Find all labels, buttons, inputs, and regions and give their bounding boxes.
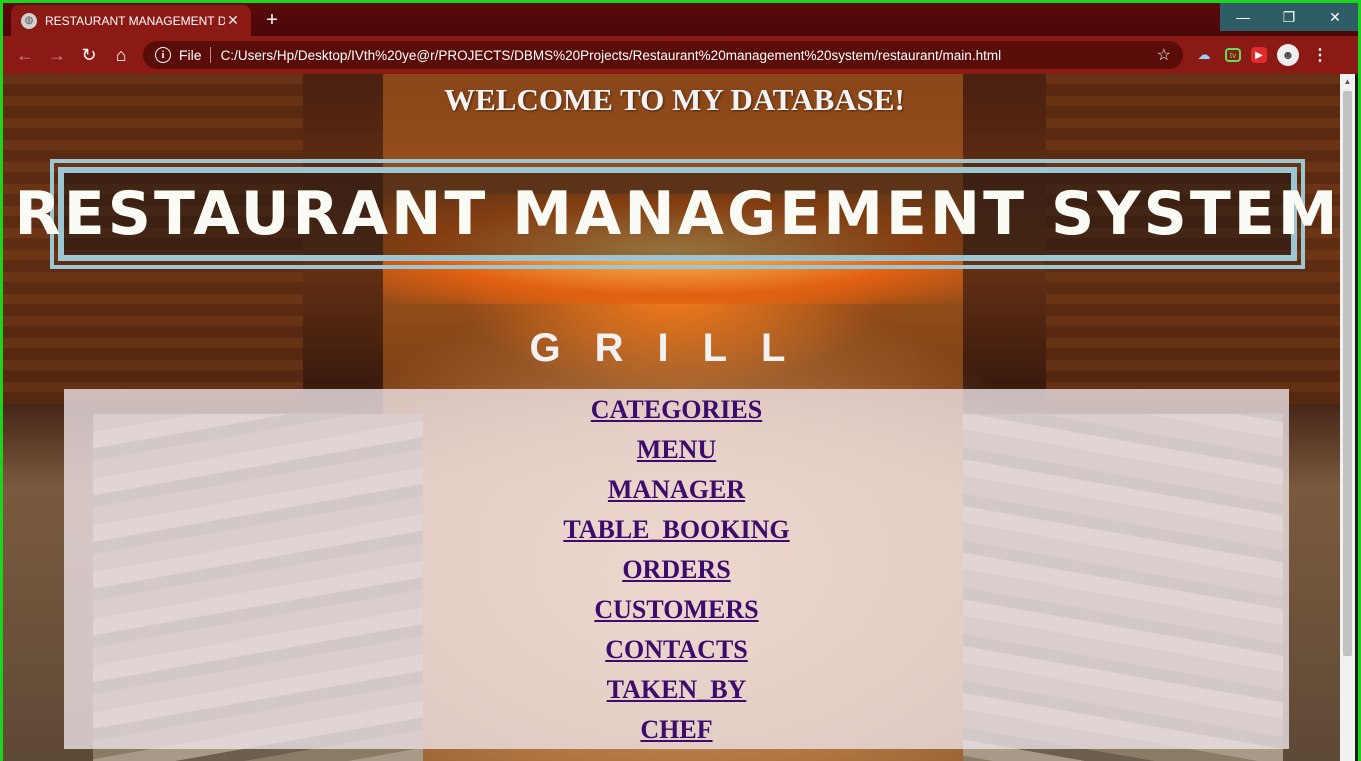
restore-button[interactable]: ❐ [1266,3,1312,31]
categories-link[interactable]: CATEGORIES [591,395,762,424]
title-banner-inner: RESTAURANT MANAGEMENT SYSTEM [15,167,1337,261]
address-separator [209,47,211,63]
menu-item: ORDERS [64,552,1289,592]
menu-item: CONTACTS [64,632,1289,672]
scheme-label: File [179,47,202,63]
menu-item: MENU [64,432,1289,472]
taken-by-link[interactable]: TAKEN_BY [607,675,747,704]
menu-item: CHEF [64,712,1289,752]
forward-button[interactable]: → [41,39,73,71]
browser-window: ◍ RESTAURANT MANAGEMENT DA ✕ + — ❐ ✕ ← →… [0,0,1361,761]
minimize-button[interactable]: — [1220,3,1266,31]
menu-item: MANAGER [64,472,1289,512]
chef-link[interactable]: CHEF [640,715,712,744]
url-text[interactable]: C:/Users/Hp/Desktop/IVth%20ye@r/PROJECTS… [221,48,1149,63]
new-tab-button[interactable]: + [259,7,285,33]
cloud-extension-icon[interactable]: ☁ [1193,44,1215,66]
site-info-icon[interactable]: i [155,47,171,63]
menu-link[interactable]: MENU [637,435,716,464]
tab-close-icon[interactable]: ✕ [225,12,241,29]
browser-menu-icon[interactable]: ⋮ [1309,44,1331,66]
close-window-button[interactable]: ✕ [1312,3,1358,31]
browser-toolbar: ← → ↻ ⌂ i File C:/Users/Hp/Desktop/IVth%… [3,36,1358,74]
contacts-link[interactable]: CONTACTS [605,635,748,664]
tab-restaurant[interactable]: ◍ RESTAURANT MANAGEMENT DA ✕ [11,5,251,36]
bookmark-star-icon[interactable]: ☆ [1157,45,1171,65]
scroll-up-arrow-icon[interactable]: ▲ [1340,74,1355,89]
welcome-heading: WELCOME TO MY DATABASE! [444,82,905,117]
customers-link[interactable]: CUSTOMERS [594,595,758,624]
scroll-thumb[interactable] [1343,91,1352,656]
menu-item: CATEGORIES [64,392,1289,432]
menu-panel: CATEGORIES MENU MANAGER TABLE_BOOKING OR… [64,389,1289,749]
page-scrollbar[interactable]: ▲ [1340,74,1355,761]
tv-extension-icon[interactable]: tv [1225,48,1241,62]
profile-avatar-icon[interactable]: ☻ [1277,44,1299,66]
table-booking-link[interactable]: TABLE_BOOKING [563,515,789,544]
page-title: RESTAURANT MANAGEMENT SYSTEM [14,179,1341,249]
window-controls: — ❐ ✕ [1220,3,1358,31]
reload-button[interactable]: ↻ [73,39,105,71]
menu-item: CUSTOMERS [64,592,1289,632]
title-banner: RESTAURANT MANAGEMENT SYSTEM [15,159,1337,269]
home-button[interactable]: ⌂ [105,39,137,71]
orders-link[interactable]: ORDERS [622,555,730,584]
menu-list: CATEGORIES MENU MANAGER TABLE_BOOKING OR… [64,389,1289,752]
menu-item: TAKEN_BY [64,672,1289,712]
media-extension-icon[interactable]: ▶ [1251,47,1267,63]
background-grill-sign: GRILL [529,326,820,370]
address-bar[interactable]: i File C:/Users/Hp/Desktop/IVth%20ye@r/P… [143,41,1183,69]
back-button[interactable]: ← [9,39,41,71]
tab-strip: ◍ RESTAURANT MANAGEMENT DA ✕ + — ❐ ✕ [3,3,1358,36]
page-viewport: GRILL WELCOME TO MY DATABASE! RESTAURANT… [3,74,1346,761]
menu-item: TABLE_BOOKING [64,512,1289,552]
globe-icon: ◍ [21,12,37,29]
extension-icons: ☁ tv ▶ ☻ ⋮ [1193,44,1331,66]
manager-link[interactable]: MANAGER [608,475,745,504]
tab-title: RESTAURANT MANAGEMENT DA [45,13,225,28]
